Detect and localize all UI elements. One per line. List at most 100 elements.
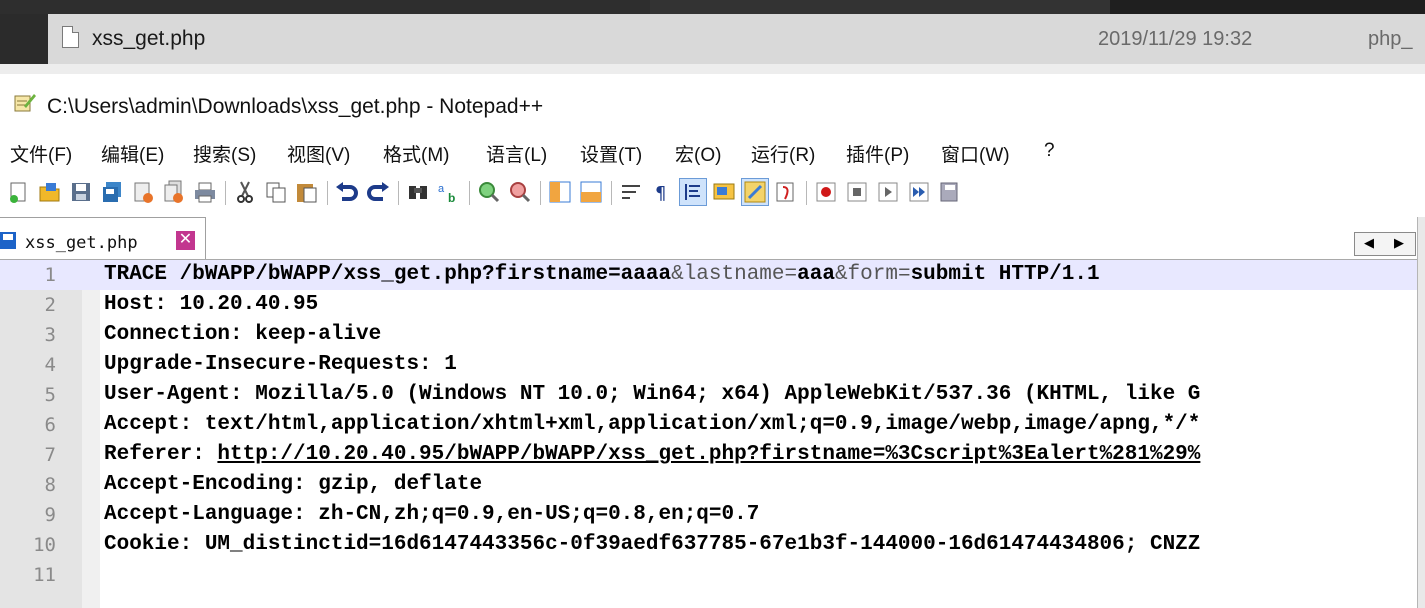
tab-scroll-arrows: ◀ ▶	[1354, 232, 1416, 256]
line-text: Upgrade-Insecure-Requests: 1	[104, 353, 457, 376]
toolbar: ab ¶	[0, 175, 1425, 211]
stop-macro-icon[interactable]	[844, 179, 870, 205]
zoom-in-icon[interactable]	[476, 179, 502, 205]
toolbar-separator	[540, 181, 541, 205]
undo-icon[interactable]	[334, 179, 360, 205]
code-token: Connection: keep-alive	[104, 323, 382, 346]
line-number: 2	[44, 294, 56, 316]
explorer-file-name: xss_get.php	[92, 27, 206, 50]
zoom-out-icon[interactable]	[507, 179, 533, 205]
menu-format[interactable]: 格式(M)	[383, 140, 449, 167]
code-token: TRACE /bWAPP/bWAPP/xss_get.php?firstname…	[104, 263, 672, 286]
cut-icon[interactable]	[232, 179, 258, 205]
record-macro-icon[interactable]	[813, 179, 839, 205]
copy-icon[interactable]	[263, 179, 289, 205]
window-title: C:\Users\admin\Downloads\xss_get.php - N…	[47, 95, 544, 118]
doc-map-icon[interactable]	[711, 179, 737, 205]
code-line[interactable]: 10 Cookie: UM_distinctid=16d6147443356c-0…	[0, 530, 1417, 560]
tab-label: xss_get.php	[25, 233, 138, 253]
menu-search[interactable]: 搜索(S)	[193, 140, 256, 167]
notepadpp-app-icon	[14, 94, 36, 112]
code-line[interactable]: 5 User-Agent: Mozilla/5.0 (Windows NT 10.…	[0, 380, 1417, 410]
line-number: 9	[44, 504, 56, 526]
code-line[interactable]: 3 Connection: keep-alive	[0, 320, 1417, 350]
print-icon[interactable]	[192, 179, 218, 205]
line-number: 3	[44, 324, 56, 346]
code-token: submit HTTP/1.1	[910, 263, 1100, 286]
save-all-icon[interactable]	[99, 179, 125, 205]
function-list-icon[interactable]	[741, 178, 769, 206]
title-bar[interactable]: C:\Users\admin\Downloads\xss_get.php - N…	[0, 74, 1425, 120]
menu-help[interactable]: ?	[1044, 140, 1055, 162]
menu-plugins[interactable]: 插件(P)	[846, 140, 909, 167]
tab-scroll-left-icon[interactable]: ◀	[1355, 235, 1383, 251]
explorer-file-type: php_	[1368, 28, 1413, 50]
line-text: User-Agent: Mozilla/5.0 (Windows NT 10.0…	[104, 383, 1200, 406]
menu-edit[interactable]: 编辑(E)	[101, 140, 164, 167]
code-line[interactable]: 1 TRACE /bWAPP/bWAPP/xss_get.php?firstnam…	[0, 260, 1417, 290]
menu-file[interactable]: 文件(F)	[10, 140, 72, 167]
referer-url-link[interactable]: http://10.20.40.95/bWAPP/bWAPP/xss_get.p…	[217, 443, 1200, 466]
line-number: 10	[33, 534, 56, 556]
menu-view[interactable]: 视图(V)	[287, 140, 350, 167]
editor-area[interactable]: 1 TRACE /bWAPP/bWAPP/xss_get.php?firstnam…	[0, 260, 1417, 608]
explorer-top-strip	[0, 0, 1425, 14]
line-text: Accept-Encoding: gzip, deflate	[104, 473, 482, 496]
line-number: 1	[44, 264, 56, 286]
code-token: Accept-Encoding: gzip, deflate	[104, 473, 483, 496]
find-icon[interactable]	[405, 179, 431, 205]
line-text: TRACE /bWAPP/bWAPP/xss_get.php?firstname…	[104, 263, 1100, 286]
menu-macro[interactable]: 宏(O)	[675, 140, 721, 167]
toolbar-separator	[469, 181, 470, 205]
saved-file-icon	[0, 232, 16, 249]
code-line[interactable]: 4 Upgrade-Insecure-Requests: 1	[0, 350, 1417, 380]
menu-run[interactable]: 运行(R)	[751, 140, 815, 167]
code-line[interactable]: 11	[0, 560, 1417, 590]
menu-language[interactable]: 语言(L)	[486, 140, 547, 167]
indent-guide-icon[interactable]	[679, 178, 707, 206]
code-line[interactable]: 2 Host: 10.20.40.95	[0, 290, 1417, 320]
line-number: 5	[44, 384, 56, 406]
explorer-file-date: 2019/11/29 19:32	[1098, 28, 1253, 50]
word-wrap-icon[interactable]	[618, 179, 644, 205]
code-line[interactable]: 8 Accept-Encoding: gzip, deflate	[0, 470, 1417, 500]
replace-icon[interactable]: ab	[436, 179, 462, 205]
notepad-window: C:\Users\admin\Downloads\xss_get.php - N…	[0, 74, 1425, 608]
file-icon	[62, 26, 79, 48]
folder-workspace-icon[interactable]	[773, 179, 799, 205]
close-icon[interactable]	[130, 179, 156, 205]
redo-icon[interactable]	[365, 179, 391, 205]
tab-bar: xss_get.php ✕	[0, 217, 1425, 260]
paste-icon[interactable]	[294, 179, 320, 205]
menu-window[interactable]: 窗口(W)	[941, 140, 1010, 167]
save-icon[interactable]	[68, 179, 94, 205]
line-number: 8	[44, 474, 56, 496]
code-line[interactable]: 6 Accept: text/html,application/xhtml+xml…	[0, 410, 1417, 440]
menu-settings[interactable]: 设置(T)	[580, 140, 642, 167]
code-token: User-Agent: Mozilla/5.0 (Windows NT 10.0…	[104, 383, 1201, 406]
explorer-file-row[interactable]: xss_get.php 2019/11/29 19:32 php_	[48, 14, 1425, 64]
code-token: Cookie: UM_distinctid=16d6147443356c-0f3…	[104, 533, 1201, 556]
toolbar-separator	[806, 181, 807, 205]
toolbar-separator	[611, 181, 612, 205]
svg-text:a: a	[438, 183, 445, 195]
close-all-icon[interactable]	[161, 179, 187, 205]
tab-close-icon[interactable]: ✕	[176, 231, 195, 250]
run-macro-multiple-icon[interactable]	[906, 179, 932, 205]
sync-vertical-icon[interactable]	[547, 179, 573, 205]
code-line[interactable]: 9 Accept-Language: zh-CN,zh;q=0.9,en-US;q…	[0, 500, 1417, 530]
line-number: 6	[44, 414, 56, 436]
open-file-icon[interactable]	[37, 179, 63, 205]
code-token: &form=	[834, 263, 911, 286]
toolbar-separator	[398, 181, 399, 205]
save-macro-icon[interactable]	[937, 179, 963, 205]
tab-xss-get[interactable]: xss_get.php ✕	[0, 217, 206, 259]
line-text: Host: 10.20.40.95	[104, 293, 318, 316]
sync-horizontal-icon[interactable]	[578, 179, 604, 205]
play-macro-icon[interactable]	[875, 179, 901, 205]
window-gap	[0, 64, 1425, 74]
show-all-chars-icon[interactable]: ¶	[649, 179, 675, 205]
code-line[interactable]: 7 Referer: http://10.20.40.95/bWAPP/bWAPP…	[0, 440, 1417, 470]
tab-scroll-right-icon[interactable]: ▶	[1385, 235, 1413, 251]
new-file-icon[interactable]	[6, 179, 32, 205]
